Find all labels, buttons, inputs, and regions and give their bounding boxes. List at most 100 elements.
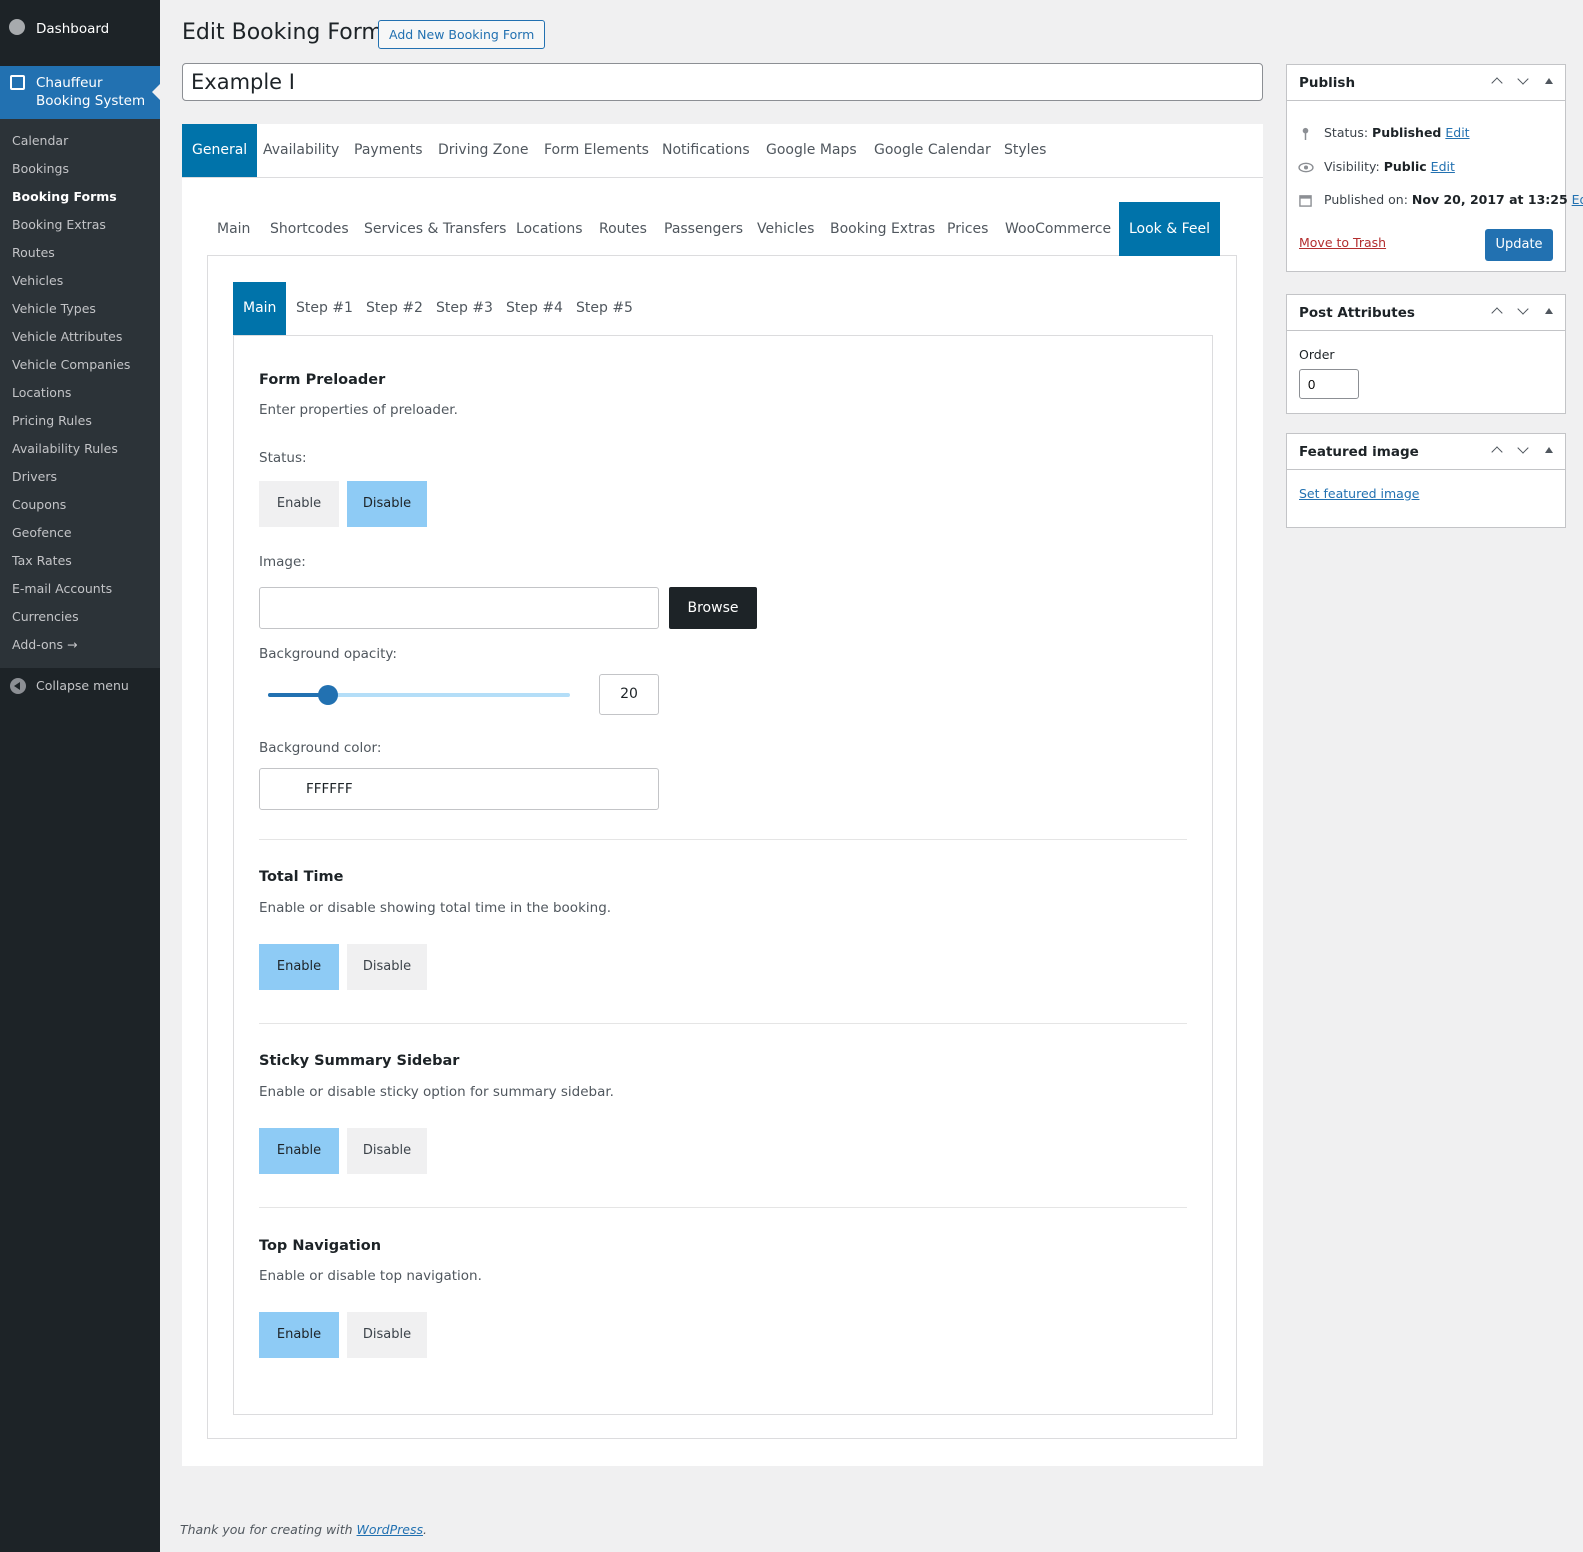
sticky-sidebar-title: Sticky Summary Sidebar (259, 1053, 460, 1069)
edit-visibility-link[interactable]: Edit (1431, 159, 1455, 174)
opacity-slider[interactable] (268, 685, 570, 705)
tab-step-3[interactable]: Step #3 (436, 282, 493, 335)
tab-prices[interactable]: Prices (947, 202, 988, 256)
edit-date-link[interactable]: Edit (1572, 192, 1583, 207)
publish-box-header: Publish (1287, 65, 1565, 101)
tab-driving-zone[interactable]: Driving Zone (438, 124, 528, 177)
sidebar-item-dashboard[interactable]: Dashboard (0, 10, 160, 48)
image-url-input[interactable] (259, 587, 659, 629)
sticky-sidebar-enable-button[interactable]: Enable (259, 1128, 339, 1174)
sticky-sidebar-description: Enable or disable sticky option for summ… (259, 1084, 614, 1100)
add-new-booking-form-button[interactable]: Add New Booking Form (378, 20, 546, 49)
tab-styles[interactable]: Styles (1004, 124, 1046, 177)
move-down-icon[interactable] (1516, 443, 1530, 457)
tab-notifications[interactable]: Notifications (662, 124, 750, 177)
sticky-sidebar-disable-button[interactable]: Disable (347, 1128, 427, 1174)
toggle-panel-icon[interactable] (1542, 74, 1556, 88)
featured-image-header: Featured image (1287, 434, 1565, 470)
total-time-disable-button[interactable]: Disable (347, 944, 427, 990)
preloader-enable-button[interactable]: Enable (259, 481, 339, 527)
opacity-value-input[interactable]: 20 (599, 674, 659, 715)
toggle-panel-icon[interactable] (1542, 443, 1556, 457)
sidebar-item-vehicle-companies[interactable]: Vehicle Companies (12, 357, 130, 372)
move-down-icon[interactable] (1516, 74, 1530, 88)
sidebar-item-drivers[interactable]: Drivers (12, 469, 57, 484)
tab-main[interactable]: Main (217, 202, 250, 256)
move-up-icon[interactable] (1490, 74, 1504, 88)
tab-payments[interactable]: Payments (354, 124, 423, 177)
preloader-title: Form Preloader (259, 372, 386, 388)
move-up-icon[interactable] (1490, 443, 1504, 457)
tab-booking-extras[interactable]: Booking Extras (830, 202, 935, 256)
pin-icon (1302, 127, 1309, 140)
tab-locations[interactable]: Locations (516, 202, 583, 256)
toggle-panel-icon[interactable] (1542, 304, 1556, 318)
tab-look-and-feel[interactable]: Look & Feel (1119, 202, 1221, 256)
sidebar-item-booking-extras[interactable]: Booking Extras (12, 217, 106, 232)
background-color-input[interactable]: FFFFFF (259, 768, 659, 810)
top-navigation-disable-button[interactable]: Disable (347, 1312, 427, 1358)
move-up-icon[interactable] (1490, 304, 1504, 318)
booking-form-panel: General Availability Payments Driving Zo… (182, 124, 1263, 1466)
sidebar-item-locations[interactable]: Locations (12, 385, 71, 400)
sidebar-item-routes[interactable]: Routes (12, 245, 55, 260)
sidebar-item-vehicles[interactable]: Vehicles (12, 273, 63, 288)
admin-footer: Thank you for creating with WordPress. (180, 1522, 427, 1537)
tab-vehicles[interactable]: Vehicles (757, 202, 814, 256)
background-opacity-label: Background opacity: (259, 646, 397, 662)
set-featured-image-link[interactable]: Set featured image (1299, 486, 1419, 501)
sidebar-item-bookings[interactable]: Bookings (12, 161, 69, 176)
edit-status-link[interactable]: Edit (1445, 125, 1469, 140)
tab-google-calendar[interactable]: Google Calendar (874, 124, 991, 177)
status-label: Status: (1324, 125, 1369, 140)
wordpress-link[interactable]: WordPress (357, 1522, 423, 1537)
top-navigation-enable-button[interactable]: Enable (259, 1312, 339, 1358)
preloader-disable-button[interactable]: Disable (347, 481, 427, 527)
tab-step-main[interactable]: Main (233, 282, 287, 335)
tab-routes[interactable]: Routes (599, 202, 647, 256)
tab-google-maps[interactable]: Google Maps (766, 124, 857, 177)
order-label: Order (1299, 347, 1335, 362)
tab-services-transfers[interactable]: Services & Transfers (364, 202, 506, 256)
tab-shortcodes[interactable]: Shortcodes (270, 202, 349, 256)
sidebar-item-add-ons[interactable]: Add-ons → (12, 637, 77, 652)
preloader-description: Enter properties of preloader. (259, 402, 458, 418)
sidebar-item-email-accounts[interactable]: E-mail Accounts (12, 581, 112, 596)
sidebar-item-chauffeur-booking-system[interactable]: Chauffeur Booking System (0, 66, 160, 119)
admin-sidebar: Dashboard Chauffeur Booking System Calen… (0, 0, 160, 1552)
post-attributes-title: Post Attributes (1299, 305, 1415, 321)
current-menu-arrow (152, 84, 160, 100)
tab-step-1[interactable]: Step #1 (296, 282, 353, 335)
tab-step-2[interactable]: Step #2 (366, 282, 423, 335)
sidebar-item-tax-rates[interactable]: Tax Rates (12, 553, 72, 568)
sidebar-item-availability-rules[interactable]: Availability Rules (12, 441, 118, 456)
tab-form-elements[interactable]: Form Elements (544, 124, 649, 177)
sidebar-item-currencies[interactable]: Currencies (12, 609, 79, 624)
sidebar-item-booking-forms[interactable]: Booking Forms (12, 189, 117, 204)
tab-divider (182, 177, 1263, 178)
tab-woocommerce[interactable]: WooCommerce (1005, 202, 1111, 256)
tab-step-5[interactable]: Step #5 (576, 282, 633, 335)
sidebar-item-vehicle-attributes[interactable]: Vehicle Attributes (12, 329, 122, 344)
tab-passengers[interactable]: Passengers (664, 202, 743, 256)
sidebar-item-coupons[interactable]: Coupons (12, 497, 66, 512)
tab-step-4[interactable]: Step #4 (506, 282, 563, 335)
published-on-value: Nov 20, 2017 at 13:25 (1411, 192, 1568, 207)
browse-button[interactable]: Browse (669, 587, 757, 629)
tab-availability[interactable]: Availability (263, 124, 339, 177)
background-color-label: Background color: (259, 740, 382, 756)
move-to-trash-link[interactable]: Move to Trash (1299, 235, 1386, 250)
total-time-enable-button[interactable]: Enable (259, 944, 339, 990)
order-input[interactable] (1299, 369, 1359, 399)
tab-general[interactable]: General (182, 124, 258, 177)
status-value: Published (1372, 125, 1442, 140)
update-button[interactable]: Update (1485, 229, 1553, 261)
sidebar-item-pricing-rules[interactable]: Pricing Rules (12, 413, 92, 428)
sidebar-item-calendar[interactable]: Calendar (12, 133, 68, 148)
post-title-input[interactable] (182, 63, 1263, 101)
collapse-menu-button[interactable]: Collapse menu (0, 674, 160, 698)
page-title: Edit Booking Form (182, 20, 383, 45)
sidebar-item-geofence[interactable]: Geofence (12, 525, 72, 540)
move-down-icon[interactable] (1516, 304, 1530, 318)
sidebar-item-vehicle-types[interactable]: Vehicle Types (12, 301, 96, 316)
